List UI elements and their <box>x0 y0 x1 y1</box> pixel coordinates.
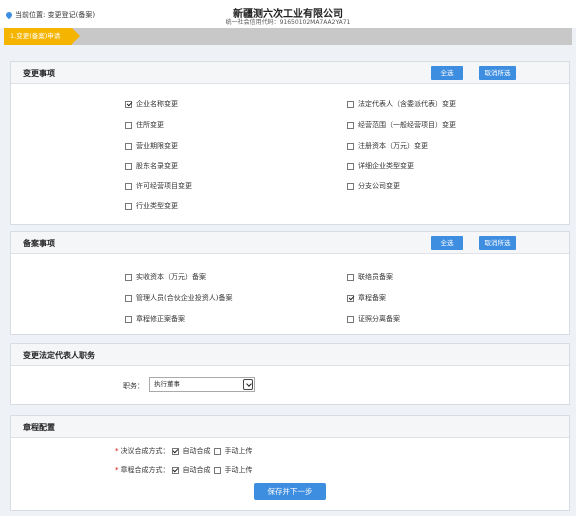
step-bar: 1.变更(备案)申请 <box>4 28 572 45</box>
auto-compose-checkbox[interactable] <box>171 447 179 455</box>
checkbox-label: 法定代表人（含委派代表）变更 <box>358 100 456 108</box>
panel-body: 职务： 执行董事 <box>11 366 569 404</box>
panel-header: 变更法定代表人职务 <box>11 344 569 366</box>
panel-header: 备案事项 全选 取消所选 <box>11 232 569 254</box>
checkbox[interactable] <box>125 273 132 281</box>
panel-title: 变更法定代表人职务 <box>23 351 95 360</box>
change-item-checkbox[interactable]: 许可经营项目变更 <box>125 181 192 191</box>
checkbox-label: 章程备案 <box>358 294 386 302</box>
checkbox-label: 许可经营项目变更 <box>136 182 192 190</box>
checkbox-label: 行业类型变更 <box>136 202 178 210</box>
checkbox[interactable] <box>125 182 132 190</box>
checkbox[interactable] <box>125 315 132 323</box>
checkbox[interactable] <box>347 121 354 129</box>
checkbox[interactable] <box>125 202 132 210</box>
auto-compose-label: 自动合成 <box>182 466 211 474</box>
credit-code: 统一社会信用代码：91650102MA7AA2YA71 <box>225 19 351 26</box>
top-bar: 当前位置: 变更登记(备案) 新疆测六次工业有限公司 统一社会信用代码：9165… <box>0 0 576 28</box>
change-item-checkbox[interactable]: 行业类型变更 <box>125 201 178 211</box>
position-select-value: 执行董事 <box>154 380 180 388</box>
checkbox[interactable] <box>125 162 132 170</box>
change-item-checkbox[interactable]: 住所变更 <box>125 120 164 130</box>
checkbox-label: 联络员备案 <box>358 273 393 281</box>
auto-compose-label: 自动合成 <box>182 447 211 455</box>
panel-header: 章程配置 <box>11 416 569 438</box>
checkbox[interactable] <box>347 273 354 281</box>
checkbox-label: 实收资本（万元）备案 <box>136 273 206 281</box>
checkbox-label: 分支公司变更 <box>358 182 400 190</box>
panel-title: 变更事项 <box>23 69 55 78</box>
cancel-selection-button[interactable]: 取消所选 <box>479 236 516 250</box>
record-item-checkbox[interactable]: 章程修正案备案 <box>125 314 185 324</box>
manual-upload-label: 手动上传 <box>224 447 253 455</box>
checkbox[interactable] <box>347 294 354 302</box>
legal-rep-position-panel: 变更法定代表人职务 职务： 执行董事 <box>10 343 570 405</box>
record-item-checkbox[interactable]: 证照分离备案 <box>347 314 400 324</box>
change-items-panel: 变更事项 全选 取消所选 企业名称变更 法定代表人（含委派代表）变更 住所变更 … <box>10 61 570 225</box>
checkbox[interactable] <box>125 121 132 129</box>
checkbox[interactable] <box>347 162 354 170</box>
change-item-checkbox[interactable]: 企业名称变更 <box>125 99 178 109</box>
manual-upload-checkbox[interactable] <box>213 466 221 474</box>
checkbox[interactable] <box>125 294 132 302</box>
panel-header: 变更事项 全选 取消所选 <box>11 62 569 84</box>
resolution-method-row: * 决议合成方式： 自动合成 手动上传 <box>115 446 253 456</box>
change-item-checkbox[interactable]: 注册资本（万元）变更 <box>347 141 428 151</box>
change-item-checkbox[interactable]: 营业期限变更 <box>125 141 178 151</box>
checkbox-label: 章程修正案备案 <box>136 315 185 323</box>
checkbox[interactable] <box>125 100 132 108</box>
select-all-button[interactable]: 全选 <box>431 66 463 80</box>
change-item-checkbox[interactable]: 经营范围（一般经营项目）变更 <box>347 120 456 130</box>
chevron-down-icon[interactable] <box>243 379 253 390</box>
checkbox[interactable] <box>347 315 354 323</box>
checkbox[interactable] <box>347 142 354 150</box>
auto-compose-checkbox[interactable] <box>171 466 179 474</box>
step-change-application[interactable]: 1.变更(备案)申请 <box>4 28 80 45</box>
checkbox-label: 管理人员(合伙企业投资人)备案 <box>136 294 233 302</box>
checkbox-label: 住所变更 <box>136 121 164 129</box>
record-item-checkbox[interactable]: 管理人员(合伙企业投资人)备案 <box>125 293 232 303</box>
checkbox-label: 注册资本（万元）变更 <box>358 142 428 150</box>
checkbox-label: 企业名称变更 <box>136 100 178 108</box>
cancel-selection-button[interactable]: 取消所选 <box>479 66 516 80</box>
charter-method-row: * 章程合成方式： 自动合成 手动上传 <box>115 465 253 475</box>
change-item-checkbox[interactable]: 股东名录变更 <box>125 161 178 171</box>
manual-upload-checkbox[interactable] <box>213 447 221 455</box>
field-label: 章程合成方式： <box>120 466 170 474</box>
manual-upload-label: 手动上传 <box>224 466 253 474</box>
position-label: 职务： <box>123 382 144 390</box>
required-marker: * <box>115 447 119 455</box>
record-items-panel: 备案事项 全选 取消所选 实收资本（万元）备案 联络员备案 管理人员(合伙企业投… <box>10 231 570 335</box>
field-label: 决议合成方式： <box>120 447 170 455</box>
change-item-checkbox[interactable]: 法定代表人（含委派代表）变更 <box>347 99 456 109</box>
panel-title: 备案事项 <box>23 239 55 248</box>
checkbox-label: 详细企业类型变更 <box>358 162 414 170</box>
checkbox-label: 经营范围（一般经营项目）变更 <box>358 121 456 129</box>
change-item-checkbox[interactable]: 分支公司变更 <box>347 181 400 191</box>
checkbox[interactable] <box>125 142 132 150</box>
required-marker: * <box>115 466 119 474</box>
checkbox[interactable] <box>347 100 354 108</box>
position-select[interactable]: 执行董事 <box>149 377 255 392</box>
checkbox-label: 营业期限变更 <box>136 142 178 150</box>
checkbox-label: 股东名录变更 <box>136 162 178 170</box>
change-item-checkbox[interactable]: 详细企业类型变更 <box>347 161 414 171</box>
record-item-checkbox[interactable]: 章程备案 <box>347 293 386 303</box>
panel-title: 章程配置 <box>23 423 55 432</box>
record-item-checkbox[interactable]: 联络员备案 <box>347 272 393 282</box>
checkbox-label: 证照分离备案 <box>358 315 400 323</box>
select-all-button[interactable]: 全选 <box>431 236 463 250</box>
record-item-checkbox[interactable]: 实收资本（万元）备案 <box>125 272 206 282</box>
checkbox[interactable] <box>347 182 354 190</box>
save-and-next-button[interactable]: 保存并下一步 <box>254 483 326 500</box>
